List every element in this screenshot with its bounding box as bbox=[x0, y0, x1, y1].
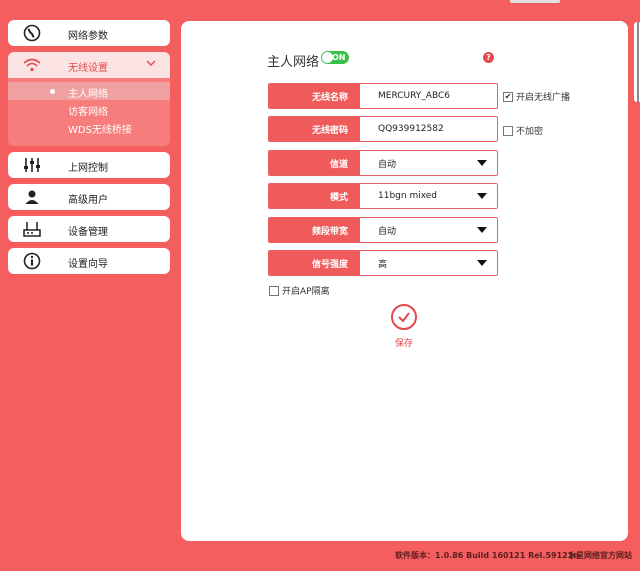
sidebar-item-label: 上网控制 bbox=[68, 163, 108, 174]
channel-select[interactable]: 自动 bbox=[360, 151, 497, 175]
dropdown-arrow-icon bbox=[477, 193, 487, 199]
sidebar-item-label: 高级用户 bbox=[68, 195, 108, 206]
firmware-version: 软件版本：1.0.86 Build 160121 Rel.59121n bbox=[395, 551, 579, 560]
wireless-subnav: 主人网络 访客网络 WDS无线桥接 bbox=[8, 78, 170, 146]
bandwidth-row: 频段带宽 自动 bbox=[268, 217, 498, 243]
subnav-label: WDS无线桥接 bbox=[68, 125, 132, 136]
toggle-label: ON bbox=[332, 53, 346, 62]
main-panel: 主人网络 ON ? 无线名称 MERCURY_ABC6 ✔ 开启无线广播 无线密… bbox=[181, 21, 628, 541]
mode-value: 11bgn mixed bbox=[378, 191, 438, 201]
sidebar-item-wireless[interactable]: 无线设置 bbox=[8, 52, 170, 78]
dropdown-arrow-icon bbox=[477, 260, 487, 266]
sidebar-item-advanced-user[interactable]: 高级用户 bbox=[8, 184, 170, 210]
subnav-item-guest-network[interactable]: 访客网络 bbox=[8, 100, 170, 118]
signal-label: 信号强度 bbox=[269, 251, 360, 275]
save-label[interactable]: 保存 bbox=[395, 336, 413, 349]
signal-select[interactable]: 高 bbox=[360, 251, 497, 275]
ssid-row: 无线名称 MERCURY_ABC6 bbox=[268, 83, 498, 109]
dropdown-arrow-icon bbox=[477, 160, 487, 166]
router-icon bbox=[22, 220, 42, 238]
channel-label: 信道 bbox=[269, 151, 360, 175]
mode-row: 模式 11bgn mixed bbox=[268, 183, 498, 209]
password-field[interactable]: QQ939912582 bbox=[360, 117, 497, 141]
subnav-label: 主人网络 bbox=[68, 89, 108, 100]
scrollbar[interactable] bbox=[634, 22, 640, 102]
sliders-icon bbox=[22, 156, 42, 174]
broadcast-checkbox[interactable]: ✔ 开启无线广播 bbox=[503, 90, 570, 103]
ssid-label: 无线名称 bbox=[269, 84, 360, 108]
sidebar: 网络参数 无线设置 主人网络 访客网络 WDS无线桥接 上网控制 高级用户 设备… bbox=[8, 20, 170, 280]
sidebar-item-label: 网络参数 bbox=[68, 31, 108, 42]
globe-icon bbox=[22, 24, 42, 42]
bandwidth-value: 自动 bbox=[378, 226, 397, 237]
bandwidth-select[interactable]: 自动 bbox=[360, 218, 497, 242]
no-encryption-label: 不加密 bbox=[516, 127, 544, 137]
dropdown-arrow-icon bbox=[477, 227, 487, 233]
sidebar-item-label: 设置向导 bbox=[68, 259, 108, 270]
sidebar-item-internet-control[interactable]: 上网控制 bbox=[8, 152, 170, 178]
info-icon bbox=[22, 252, 42, 270]
subnav-item-wds-bridge[interactable]: WDS无线桥接 bbox=[8, 118, 170, 136]
toggle-knob bbox=[322, 52, 333, 63]
sidebar-item-label: 设备管理 bbox=[68, 227, 108, 238]
sidebar-item-device-management[interactable]: 设备管理 bbox=[8, 216, 170, 242]
user-icon bbox=[22, 188, 42, 206]
sidebar-item-network-params[interactable]: 网络参数 bbox=[8, 20, 170, 46]
top-tab[interactable] bbox=[510, 0, 560, 3]
channel-row: 信道 自动 bbox=[268, 150, 498, 176]
broadcast-label: 开启无线广播 bbox=[516, 93, 571, 103]
active-dot-icon bbox=[50, 89, 55, 94]
bandwidth-label: 频段带宽 bbox=[269, 218, 360, 242]
ap-isolation-checkbox[interactable]: 开启AP隔离 bbox=[269, 284, 330, 297]
password-label: 无线密码 bbox=[269, 117, 360, 141]
scrollbar-thumb[interactable] bbox=[637, 22, 639, 102]
checkbox-icon bbox=[503, 125, 513, 136]
mode-label: 模式 bbox=[269, 184, 360, 208]
wifi-icon bbox=[22, 56, 42, 74]
sidebar-item-setup-wizard[interactable]: 设置向导 bbox=[8, 248, 170, 274]
top-bar bbox=[0, 0, 640, 8]
no-encryption-checkbox[interactable]: 不加密 bbox=[503, 124, 543, 137]
password-row: 无线密码 QQ939912582 bbox=[268, 116, 498, 142]
official-site-link[interactable]: 水星网络官方网站 bbox=[568, 550, 632, 561]
signal-row: 信号强度 高 bbox=[268, 250, 498, 276]
save-button[interactable] bbox=[391, 304, 417, 330]
checkbox-icon bbox=[269, 285, 279, 296]
ssid-field[interactable]: MERCURY_ABC6 bbox=[360, 84, 497, 108]
subnav-item-host-network[interactable]: 主人网络 bbox=[8, 82, 170, 100]
subnav-label: 访客网络 bbox=[68, 107, 108, 118]
mode-select[interactable]: 11bgn mixed bbox=[360, 184, 497, 208]
check-icon bbox=[398, 312, 410, 323]
channel-value: 自动 bbox=[378, 159, 397, 170]
network-toggle[interactable]: ON bbox=[321, 51, 349, 64]
signal-value: 高 bbox=[378, 259, 388, 270]
sidebar-item-label: 无线设置 bbox=[68, 63, 108, 74]
help-icon[interactable]: ? bbox=[483, 52, 494, 63]
chevron-down-icon bbox=[146, 58, 156, 71]
ap-isolation-label: 开启AP隔离 bbox=[282, 287, 330, 297]
page-title: 主人网络 bbox=[267, 55, 320, 70]
checkbox-checked-icon: ✔ bbox=[503, 91, 513, 102]
